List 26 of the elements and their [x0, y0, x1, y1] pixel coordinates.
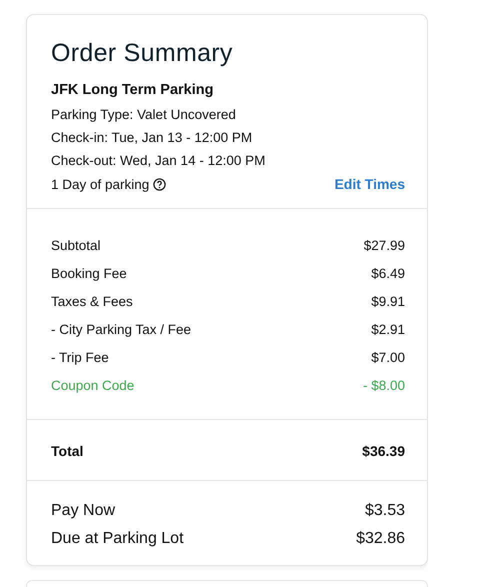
line-item-label: Subtotal: [51, 238, 101, 252]
line-item-amount: $2.91: [371, 322, 405, 336]
line-item-amount: $6.49: [371, 266, 405, 280]
payment-amount: $32.86: [356, 530, 405, 548]
line-item-amount: $9.91: [371, 294, 405, 308]
edit-times-link[interactable]: Edit Times: [334, 176, 405, 192]
line-item-label: Taxes & Fees: [51, 294, 133, 308]
line-item-label: Coupon Code: [51, 378, 134, 392]
booking-detail: Check-in: Tue, Jan 13 - 12:00 PM: [51, 130, 254, 145]
payment-label: Pay Now: [51, 502, 116, 520]
line-item-label: - City Parking Tax / Fee: [51, 322, 192, 336]
help-icon[interactable]: [153, 178, 166, 190]
line-item-amount: $7.00: [371, 350, 405, 364]
line-item-amount: - $8.00: [362, 378, 405, 392]
summary-title: Order Summary: [51, 39, 234, 68]
payment-label: Due at Parking Lot: [51, 530, 184, 548]
duration-text: 1 Day of parking: [51, 176, 150, 192]
booking-detail: Check-out: Wed, Jan 14 - 12:00 PM: [51, 153, 266, 168]
line-item-label: - Trip Fee: [51, 350, 109, 364]
total-amount: $36.39: [362, 443, 405, 459]
payment-amount: $3.53: [364, 502, 405, 520]
total-label: Total: [51, 443, 84, 459]
lot-name: JFK Long Term Parking: [51, 82, 214, 98]
line-item-amount: $27.99: [364, 238, 405, 252]
line-item-label: Booking Fee: [51, 266, 127, 280]
booking-detail: Parking Type: Valet Uncovered: [51, 107, 237, 122]
